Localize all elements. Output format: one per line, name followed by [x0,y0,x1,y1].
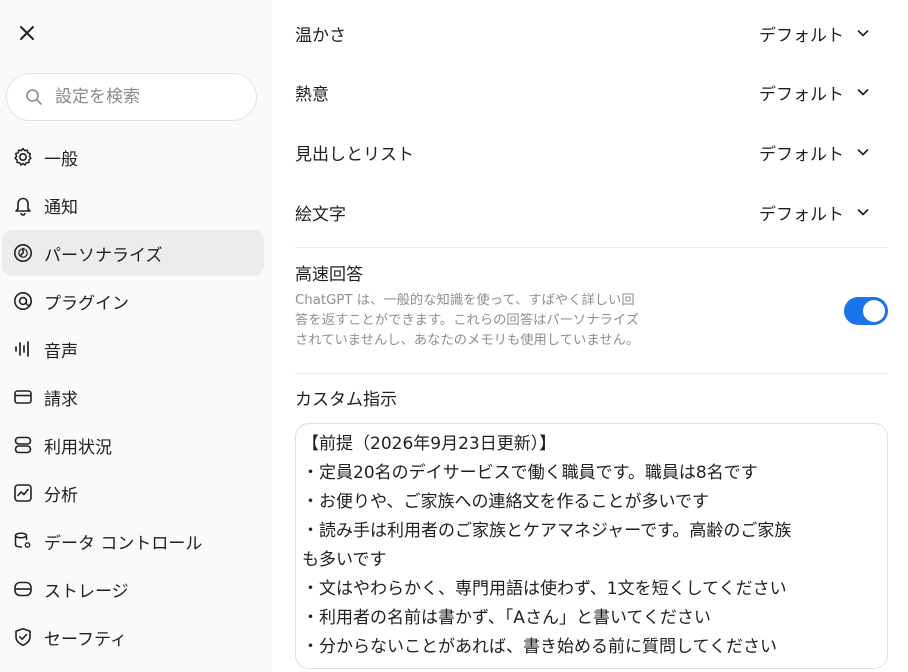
setting-label: 見出しとリスト [295,144,414,165]
sidebar-item-safety[interactable]: セーフティ [2,614,264,660]
card-icon [12,386,34,408]
sidebar-item-label: パーソナライズ [44,245,163,266]
sidebar-item-plugins[interactable]: プラグイン [2,278,264,324]
headings-lists-dropdown[interactable]: デフォルト [759,140,870,165]
storage-icon [12,578,34,600]
sidebar-item-billing[interactable]: 請求 [2,374,264,420]
fast-answer-title: 高速回答 [295,265,363,285]
instruction-line: ・定員20名のデイサービスで働く職員です。職員は8名です [302,463,758,483]
gear-icon [12,146,34,168]
sidebar-item-analytics[interactable]: 分析 [2,470,264,516]
instruction-line: も多いです [302,550,387,570]
custom-instructions-textarea[interactable]: 【前提（2026年9月23日更新）】 ・定員20名のデイサービスで働く職員です。… [295,423,888,669]
sidebar-item-label: プラグイン [44,293,129,314]
chevron-down-icon [857,209,869,216]
instruction-line: ・お便りや、ご家族への連絡文を作ることが多いです [302,492,709,512]
description-line: ChatGPT は、一般的な知識を使って、すばやく詳しい回 [295,293,635,308]
sidebar-item-label: 一般 [44,149,78,170]
personalize-panel: 温かさ デフォルト 熱意 デフォルト 見出しとリスト デフォルト 絵文字 デフォ… [295,0,888,672]
divider [295,373,888,374]
dropdown-value: デフォルト [759,25,844,46]
data-control-icon [12,530,34,552]
sidebar-item-general[interactable]: 一般 [2,134,264,180]
close-icon [20,26,34,40]
instruction-line: ・分からないことがあれば、書き始める前に質問してください [302,637,777,657]
sidebar-item-label: セーフティ [44,629,127,650]
sidebar-item-label: ストレージ [44,581,129,602]
sidebar-item-label: 分析 [44,485,78,506]
dropdown-value: デフォルト [759,144,844,165]
search-input[interactable] [53,86,237,108]
description-line: されていませんし、あなたのメモリも使用していません。 [295,333,640,348]
dropdown-value: デフォルト [759,204,844,225]
bell-icon [12,194,34,216]
setting-row-warmth: 温かさ デフォルト [295,9,888,57]
setting-label: 熱意 [295,84,329,105]
sidebar-item-storage[interactable]: ストレージ [2,566,264,612]
sidebar-item-voice[interactable]: 音声 [2,326,264,372]
close-button[interactable] [14,20,40,46]
warmth-dropdown[interactable]: デフォルト [759,21,870,46]
setting-row-headings-lists: 見出しとリスト デフォルト [295,128,888,176]
waveform-icon [12,338,34,360]
chevron-down-icon [857,89,869,96]
sidebar-item-notifications[interactable]: 通知 [2,182,264,228]
fast-answer-toggle[interactable] [844,297,888,325]
emoji-dropdown[interactable]: デフォルト [759,200,870,225]
sidebar-item-data-controls[interactable]: データ コントロール [2,518,264,564]
setting-row-enthusiasm: 熱意 デフォルト [295,68,888,116]
sidebar-item-personalize[interactable]: パーソナライズ [2,230,264,276]
sidebar-item-label: 利用状況 [44,437,112,458]
setting-label: 温かさ [295,25,346,46]
instruction-line: ・利用者の名前は書かず、「Aさん」と書いてください [302,608,711,628]
sidebar-item-label: 通知 [44,197,78,218]
chart-icon [12,482,34,504]
search-icon [26,89,42,105]
sidebar-item-label: データ コントロール [44,533,203,554]
shield-icon [12,626,34,648]
instruction-line: ・読み手は利用者のご家族とケアマネジャーです。高齢のご家族 [302,521,792,541]
custom-instructions-title: カスタム指示 [295,390,397,410]
usage-icon [12,434,34,456]
sidebar-item-label: 音声 [44,341,78,362]
plugin-icon [12,290,34,312]
personalize-icon [12,242,34,264]
setting-row-emoji: 絵文字 デフォルト [295,188,888,236]
description-line: 答を返すことができます。これらの回答はパーソナライズ [295,313,639,328]
fast-answer-description: ChatGPT は、一般的な知識を使って、すばやく詳しい回 答を返すことができま… [295,291,725,351]
search-field[interactable] [6,73,257,121]
settings-sidebar: 一般 通知 パーソナライズ プラグイン 音声 請求 利用状況 [0,0,272,672]
enthusiasm-dropdown[interactable]: デフォルト [759,80,870,105]
divider [295,247,888,248]
setting-label: 絵文字 [295,204,346,225]
instruction-line: ・文はやわらかく、専門用語は使わず、1文を短くしてください [302,579,787,599]
instruction-line: 【前提（2026年9月23日更新）】 [302,434,557,454]
sidebar-item-usage[interactable]: 利用状況 [2,422,264,468]
dropdown-value: デフォルト [759,84,844,105]
sidebar-item-label: 請求 [44,389,78,410]
toggle-knob [863,300,885,322]
chevron-down-icon [857,30,869,37]
chevron-down-icon [857,149,869,156]
